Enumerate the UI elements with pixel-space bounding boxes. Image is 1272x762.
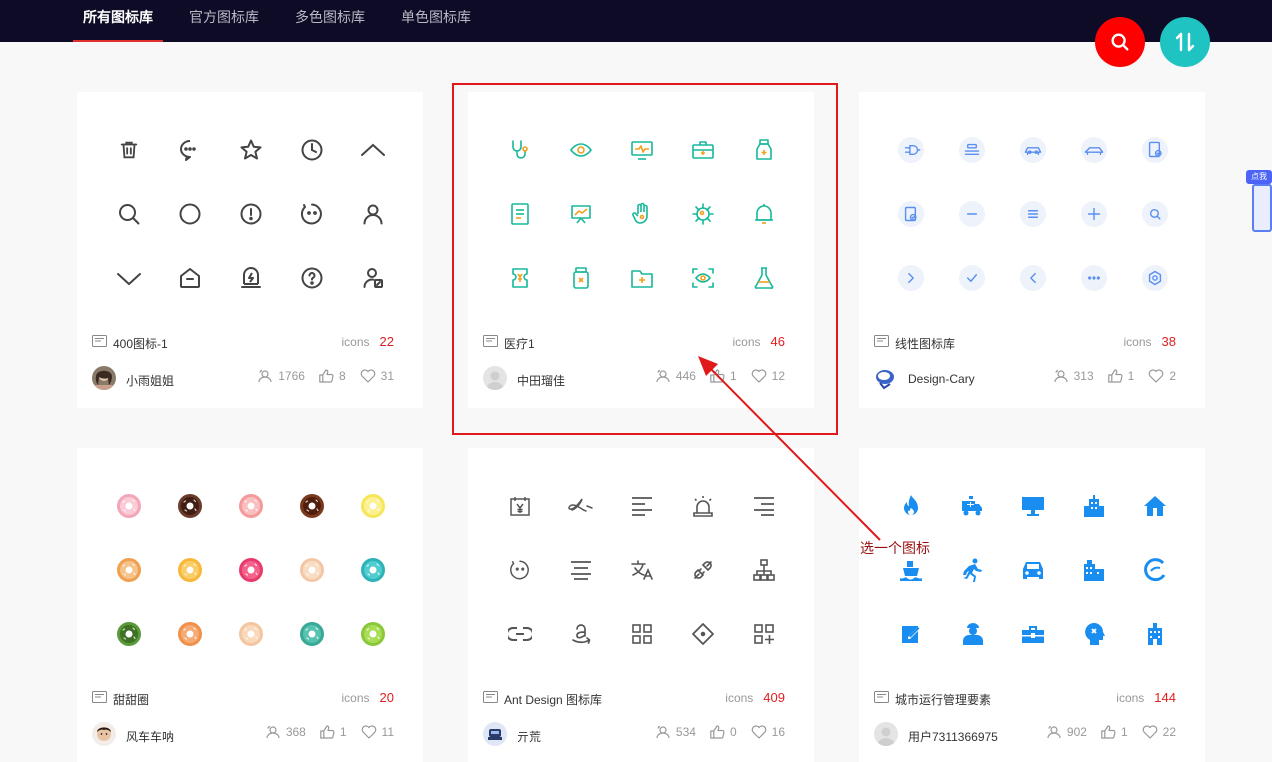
annotation-text: 选一个图标 <box>860 540 930 556</box>
annotation-arrow <box>698 356 881 541</box>
feedback-badge: 点我 <box>1246 170 1272 184</box>
checklist-icon <box>1252 184 1272 232</box>
feedback-widget[interactable]: 点我 <box>1246 170 1272 234</box>
